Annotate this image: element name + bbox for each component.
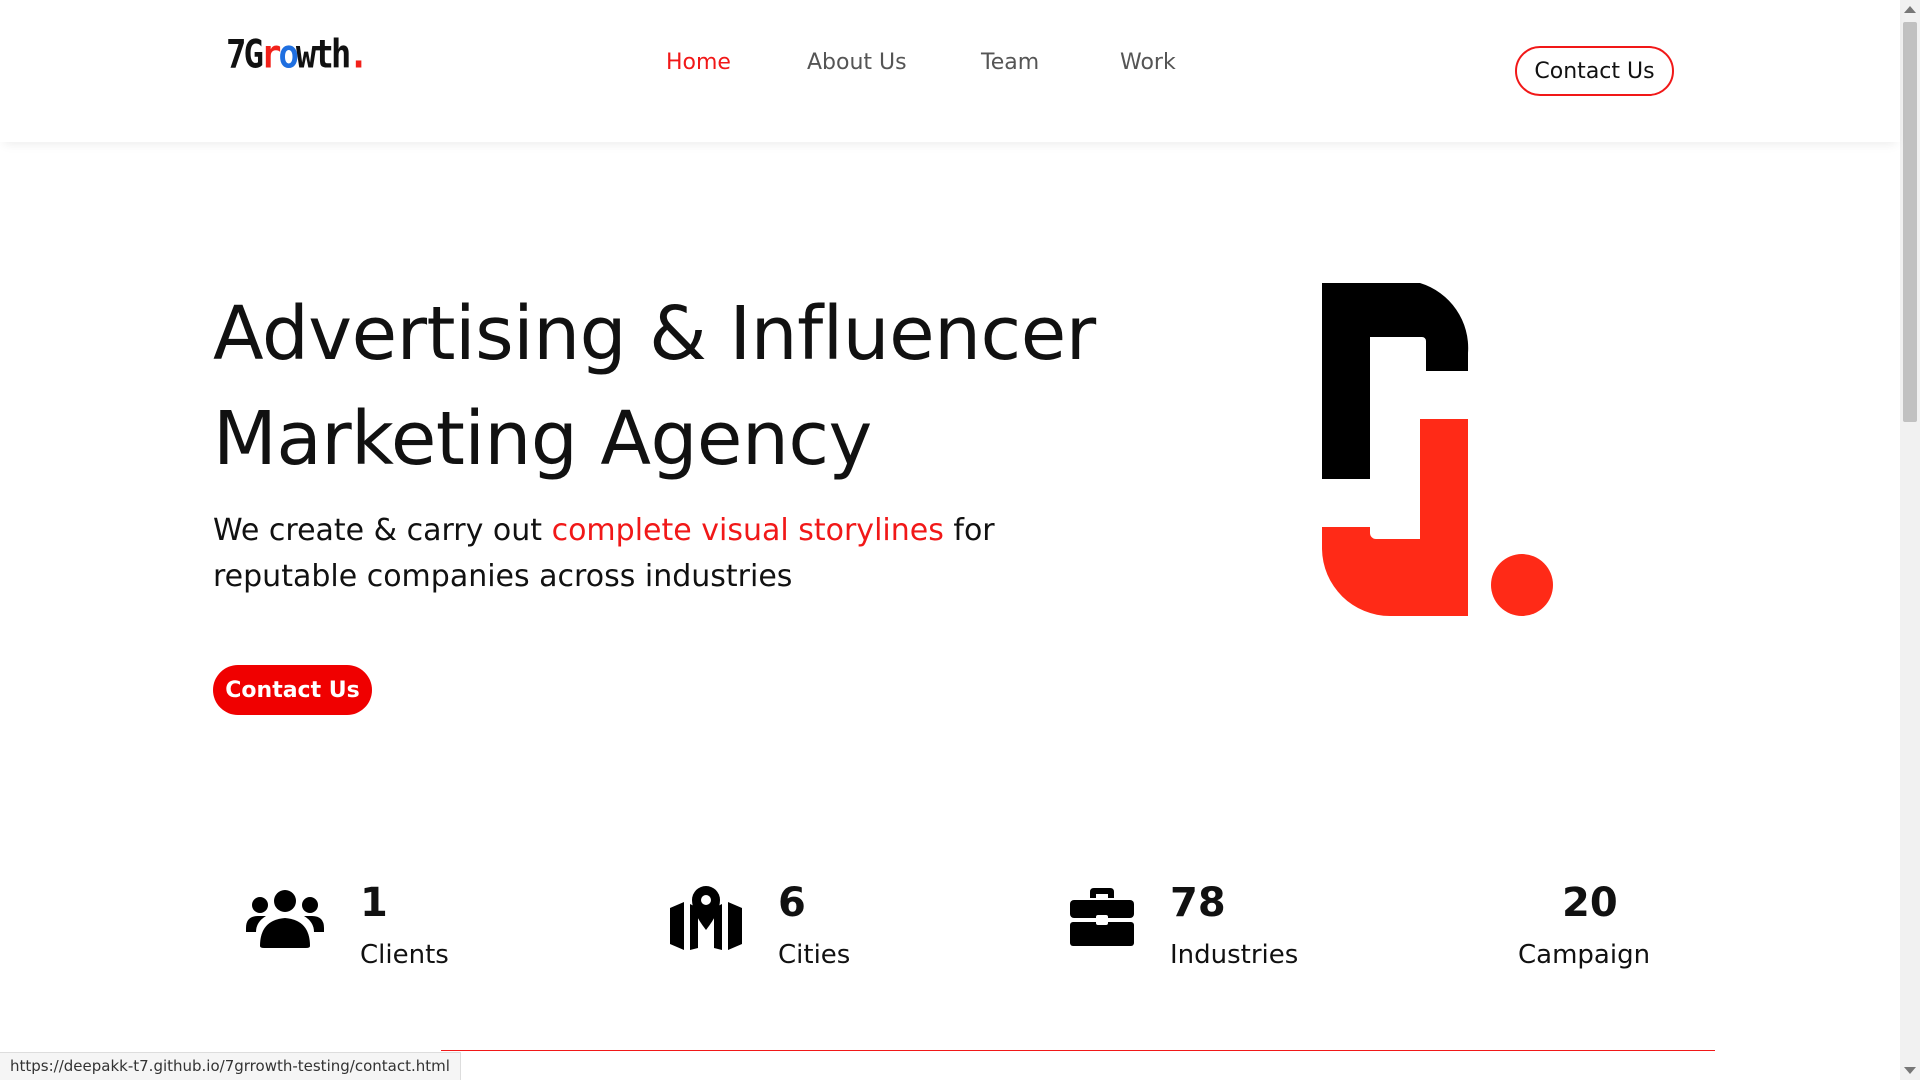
map-icon [670,886,742,950]
nav-work[interactable]: Work [1120,50,1176,75]
hero-title-line-1: Advertising & Influencer [213,291,1096,377]
hero-title: Advertising & Influencer Marketing Agenc… [213,282,1096,492]
hero-contact-button[interactable]: Contact Us [213,665,372,715]
hero-subtitle-highlight: complete visual storylines [551,513,944,548]
nav-team[interactable]: Team [981,50,1039,75]
logo-text-start: 7G [226,32,264,78]
hero-title-line-2: Marketing Agency [213,396,872,482]
logo-dot: . [348,32,369,78]
stat-campaign-value: 20 [1562,880,1618,926]
logo-text-end: wth [295,32,351,78]
hero-subtitle-start: We create & carry out [213,513,552,548]
header-contact-button[interactable]: Contact Us [1515,46,1674,96]
nav-about-us[interactable]: About Us [807,50,907,75]
section-divider [441,1050,1715,1051]
stat-clients-label: Clients [360,940,449,970]
logo-text-r: r [260,32,282,78]
brand-mark-graphic [1322,283,1553,616]
stat-clients-value: 1 [360,880,388,926]
stat-industries-value: 78 [1170,880,1226,926]
stat-campaign-label: Campaign [1518,940,1651,970]
browser-status-url: https://deepakk-t7.github.io/7grrowth-te… [0,1052,461,1080]
scrollbar-thumb[interactable] [1903,22,1917,422]
brand-logo[interactable]: 7Growth. [226,32,369,78]
site-header: 7Growth. Home About Us Team Work Contact… [0,0,1900,142]
users-icon [246,890,324,948]
briefcase-icon [1070,888,1134,946]
scroll-down-arrow-icon[interactable] [1904,1067,1916,1074]
brand-mark-red-dot [1491,554,1553,616]
stat-industries-label: Industries [1170,940,1299,970]
logo-text-o: o [278,32,299,78]
scroll-up-arrow-icon[interactable] [1904,6,1916,13]
stat-cities-label: Cities [778,940,851,970]
stat-cities-value: 6 [778,880,806,926]
hero-subtitle: We create & carry out complete visual st… [213,508,1113,600]
nav-home[interactable]: Home [666,50,731,75]
page-scrollbar[interactable] [1900,0,1920,1080]
